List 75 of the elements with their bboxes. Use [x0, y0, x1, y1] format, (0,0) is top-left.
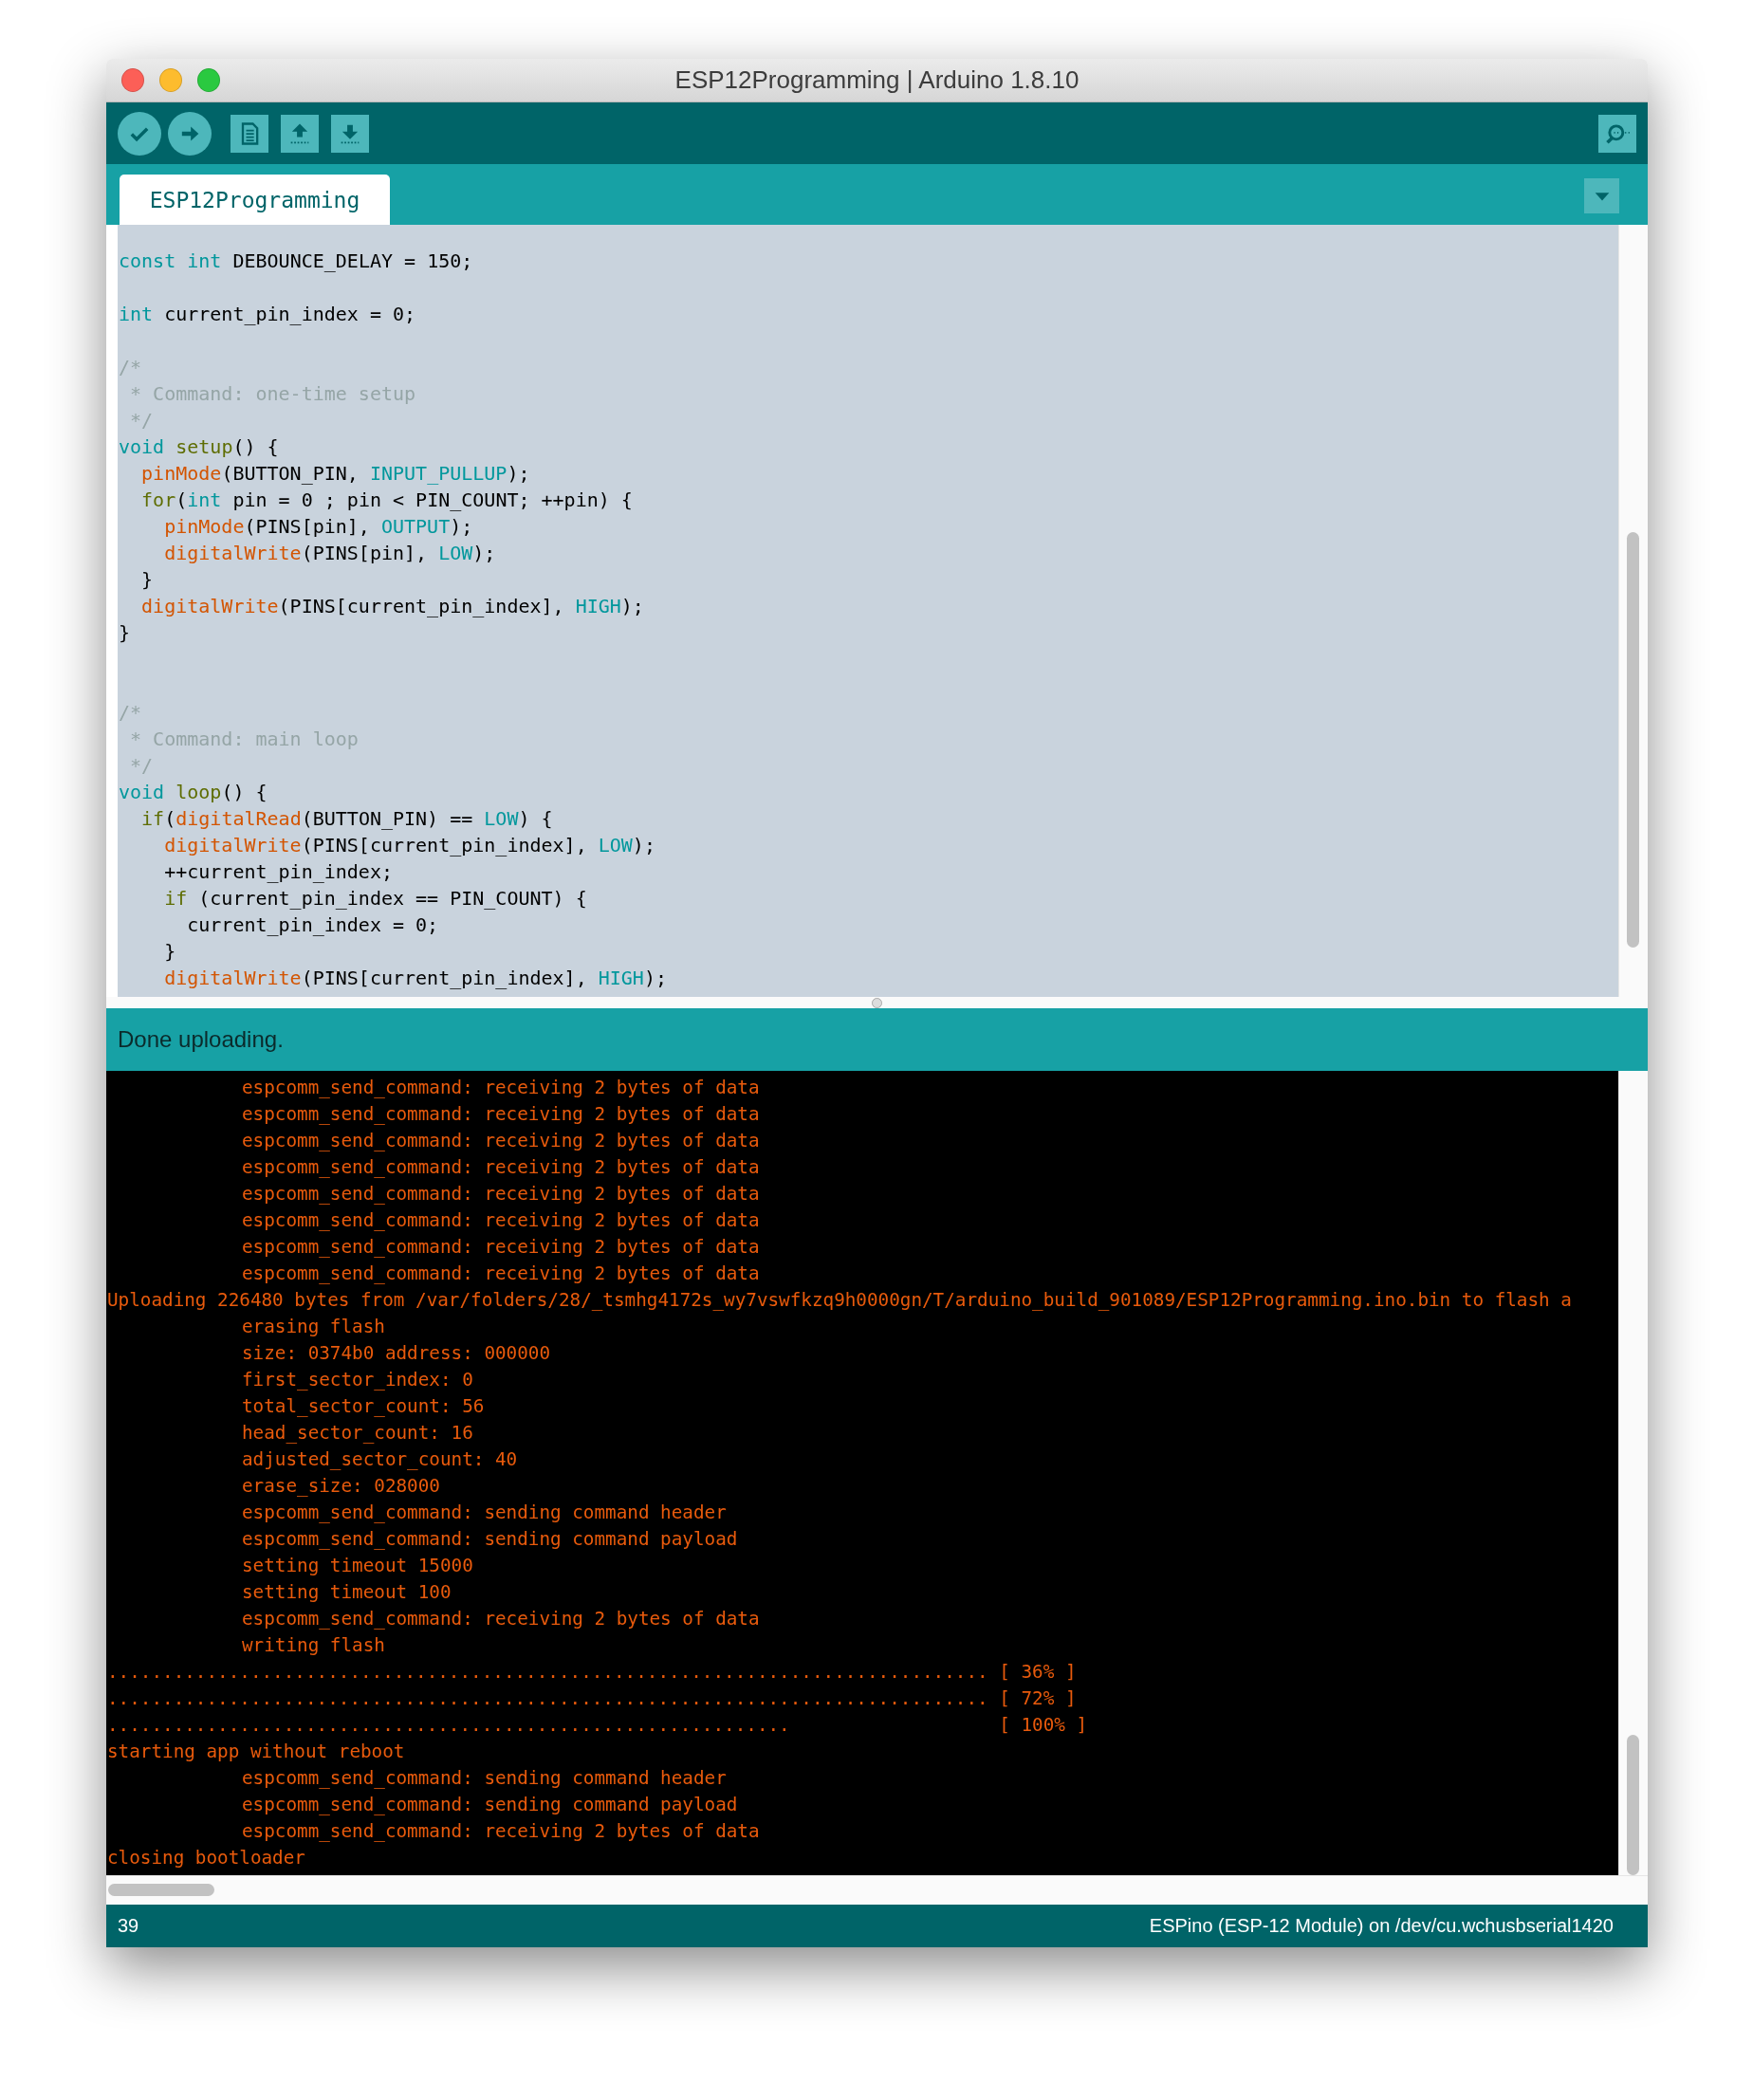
console-line: head_sector_count: 16 [241, 1421, 473, 1446]
console-line: size: 0374b0 address: 000000 [241, 1341, 551, 1366]
code-line: const int DEBOUNCE_DELAY = 150; [118, 249, 473, 274]
scrollbar-thumb[interactable] [108, 1884, 214, 1896]
horizontal-scrollbar[interactable] [106, 1875, 1648, 1905]
console-line: adjusted_sector_count: 40 [241, 1447, 518, 1472]
console-line: espcomm_send_command: receiving 2 bytes of data [241, 1607, 760, 1631]
code-line: void loop() { [118, 780, 268, 805]
code-line: pinMode(PINS[pin], OUTPUT); [163, 514, 473, 540]
console-line: espcomm_send_command: receiving 2 bytes of data [241, 1262, 760, 1286]
console-line: setting timeout 100 [241, 1580, 452, 1605]
console-line: Uploading 226480 bytes from /var/folders/28/_tsmhg4172s_wy7vswfkzq9h0000gn/T/arduino_build_901089/ESP12Programming.ino.bin to flash a [106, 1288, 1572, 1313]
verify-button[interactable] [118, 111, 161, 156]
scrollbar-thumb[interactable] [1627, 1735, 1639, 1875]
tab-menu-button[interactable] [1584, 178, 1619, 213]
upload-button[interactable] [168, 111, 212, 156]
code-line: for(int pin = 0 ; pin < PIN_COUNT; ++pin) { [140, 488, 633, 513]
console-line: espcomm_send_command: receiving 2 bytes of data [241, 1076, 760, 1100]
window-title: ESP12Programming | Arduino 1.8.10 [674, 65, 1079, 95]
console-line: espcomm_send_command: sending command payload [241, 1527, 738, 1552]
close-button[interactable] [121, 68, 144, 92]
code-line: digitalWrite(PINS[pin], LOW); [163, 541, 496, 566]
board-port-label: ESPino (ESP-12 Module) on /dev/cu.wchusbserial1420 [1149, 1915, 1614, 1937]
code-line: */ [129, 408, 154, 433]
console-line: closing bootloader [106, 1846, 305, 1870]
code-line: } [140, 567, 154, 593]
code-line: /* [118, 355, 142, 380]
code-line: digitalWrite(PINS[current_pin_index], HIGH); [163, 966, 667, 991]
code-line: } [163, 939, 176, 965]
console-line: espcomm_send_command: receiving 2 bytes of data [241, 1235, 760, 1260]
minimize-button[interactable] [159, 68, 182, 92]
vertical-scrollbar[interactable] [1618, 225, 1648, 997]
console-line: ................................................................................ [ 72% ] [106, 1686, 1077, 1711]
console-line: espcomm_send_command: receiving 2 bytes of data [241, 1155, 760, 1180]
console-line: writing flash [241, 1633, 385, 1658]
serial-monitor-button[interactable] [1598, 114, 1636, 153]
save-button[interactable] [331, 114, 369, 153]
sketch-tab[interactable]: ESP12Programming [120, 175, 390, 225]
vertical-scrollbar[interactable] [1618, 1071, 1648, 1875]
splitter-handle[interactable] [872, 997, 882, 1008]
scrollbar-thumb[interactable] [1627, 532, 1639, 948]
console-line: .............................................................. [ 100% ] [106, 1713, 1088, 1738]
code-line: */ [129, 753, 154, 779]
code-line: digitalWrite(PINS[current_pin_index], LOW); [163, 833, 655, 858]
code-line: void setup() { [118, 434, 279, 460]
code-line: int current_pin_index = 0; [118, 302, 416, 327]
console-line: espcomm_send_command: receiving 2 bytes of data [241, 1129, 760, 1153]
console-line: ................................................................................ [ 36% ] [106, 1660, 1077, 1685]
console-line: total_sector_count: 56 [241, 1394, 485, 1419]
console-line: espcomm_send_command: sending command header [241, 1766, 727, 1791]
code-line: current_pin_index = 0; [186, 912, 439, 938]
code-line: digitalWrite(PINS[current_pin_index], HIGH); [140, 594, 644, 619]
code-line: pinMode(BUTTON_PIN, INPUT_PULLUP); [140, 461, 530, 487]
console-line: espcomm_send_command: sending command header [241, 1501, 727, 1525]
console-line: espcomm_send_command: receiving 2 bytes of data [241, 1208, 760, 1233]
line-number: 39 [118, 1915, 139, 1937]
new-sketch-button[interactable] [231, 114, 268, 153]
code-editor[interactable] [118, 225, 1618, 997]
console-line: espcomm_send_command: sending command payload [241, 1793, 738, 1817]
code-line: ++current_pin_index; [163, 859, 393, 885]
open-button[interactable] [281, 114, 319, 153]
console-line: espcomm_send_command: receiving 2 bytes of data [241, 1182, 760, 1207]
code-line: } [118, 620, 131, 646]
console-line: espcomm_send_command: receiving 2 bytes of data [241, 1102, 760, 1127]
console-line: erase_size: 028000 [241, 1474, 440, 1499]
code-line: if (current_pin_index == PIN_COUNT) { [163, 886, 587, 912]
console-line: starting app without reboot [106, 1740, 405, 1764]
code-line: /* [118, 700, 142, 726]
zoom-button[interactable] [197, 68, 220, 92]
console-line: erasing flash [241, 1315, 385, 1339]
console-line: setting timeout 15000 [241, 1554, 473, 1578]
console-line: first_sector_index: 0 [241, 1368, 473, 1392]
console-line: espcomm_send_command: receiving 2 bytes of data [241, 1819, 760, 1844]
code-line: if(digitalRead(BUTTON_PIN) == LOW) { [140, 806, 553, 832]
status-message: Done uploading. [118, 1026, 284, 1053]
